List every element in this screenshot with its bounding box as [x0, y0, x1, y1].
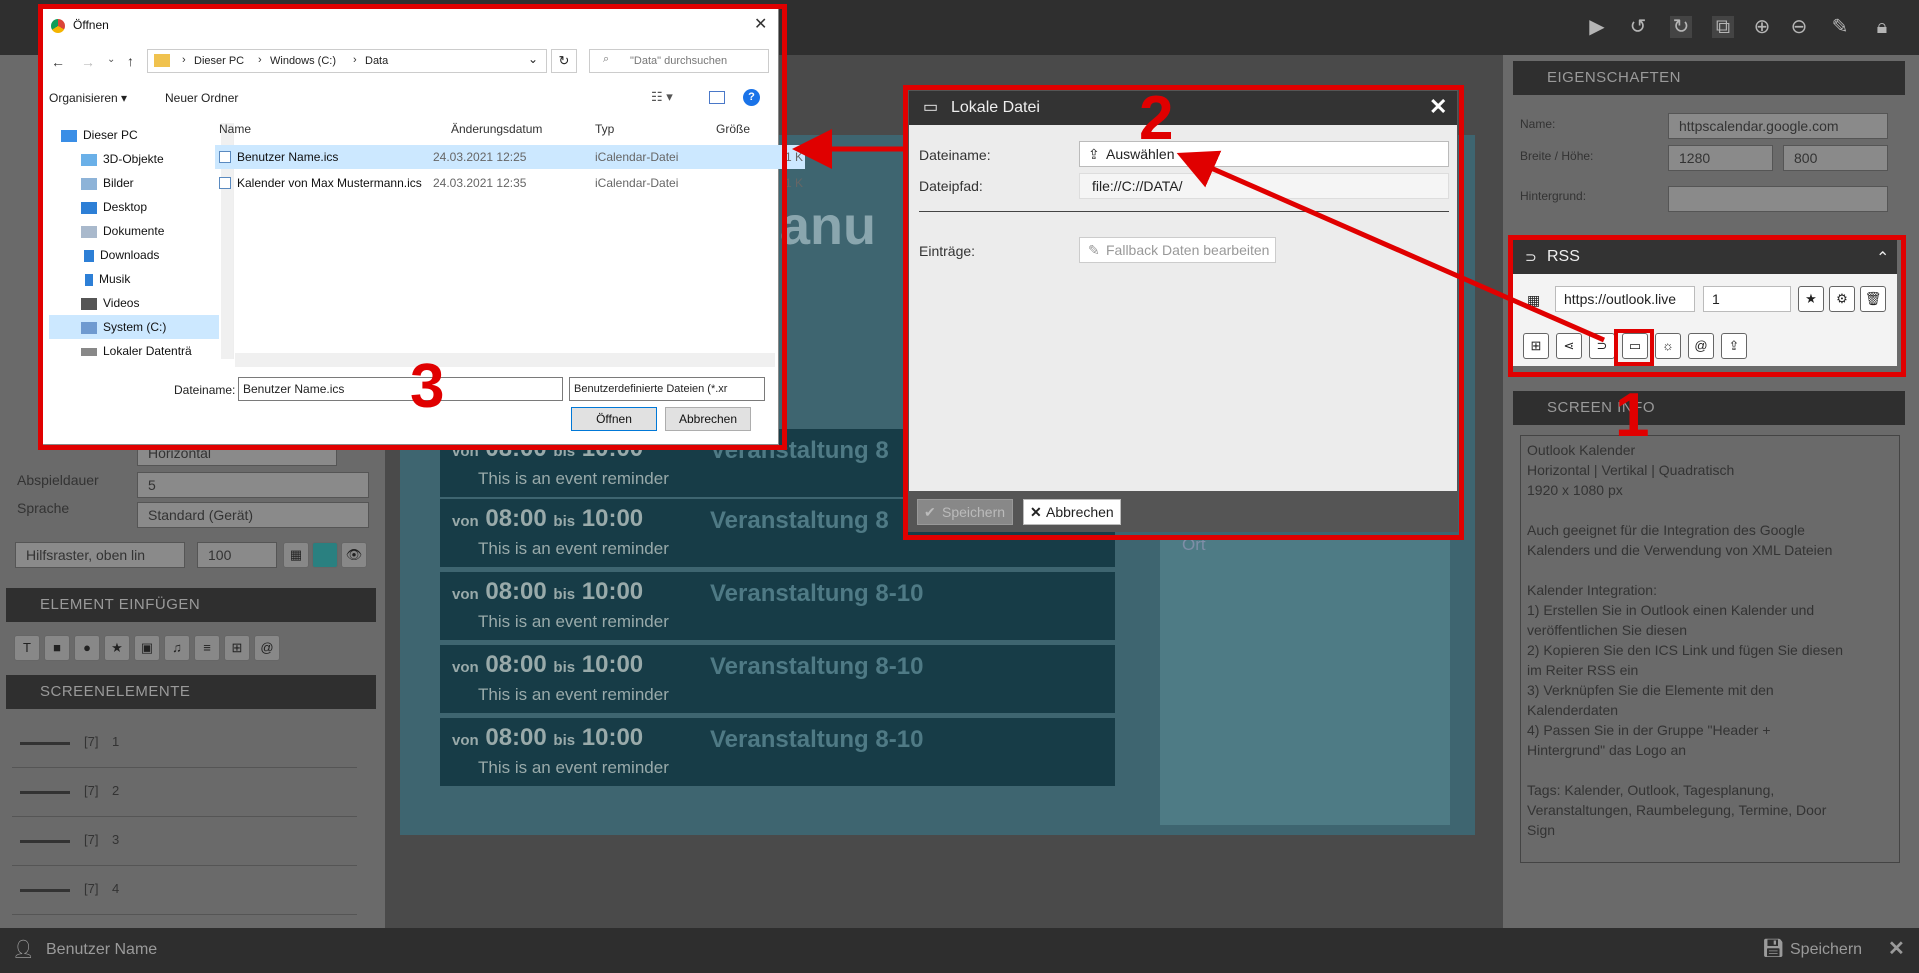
annotation-arrows: [792, 129, 1606, 343]
annotation-number: 2: [1139, 84, 1174, 153]
annotation-number: 3: [410, 352, 445, 421]
annotation-number: 1: [1615, 381, 1650, 450]
